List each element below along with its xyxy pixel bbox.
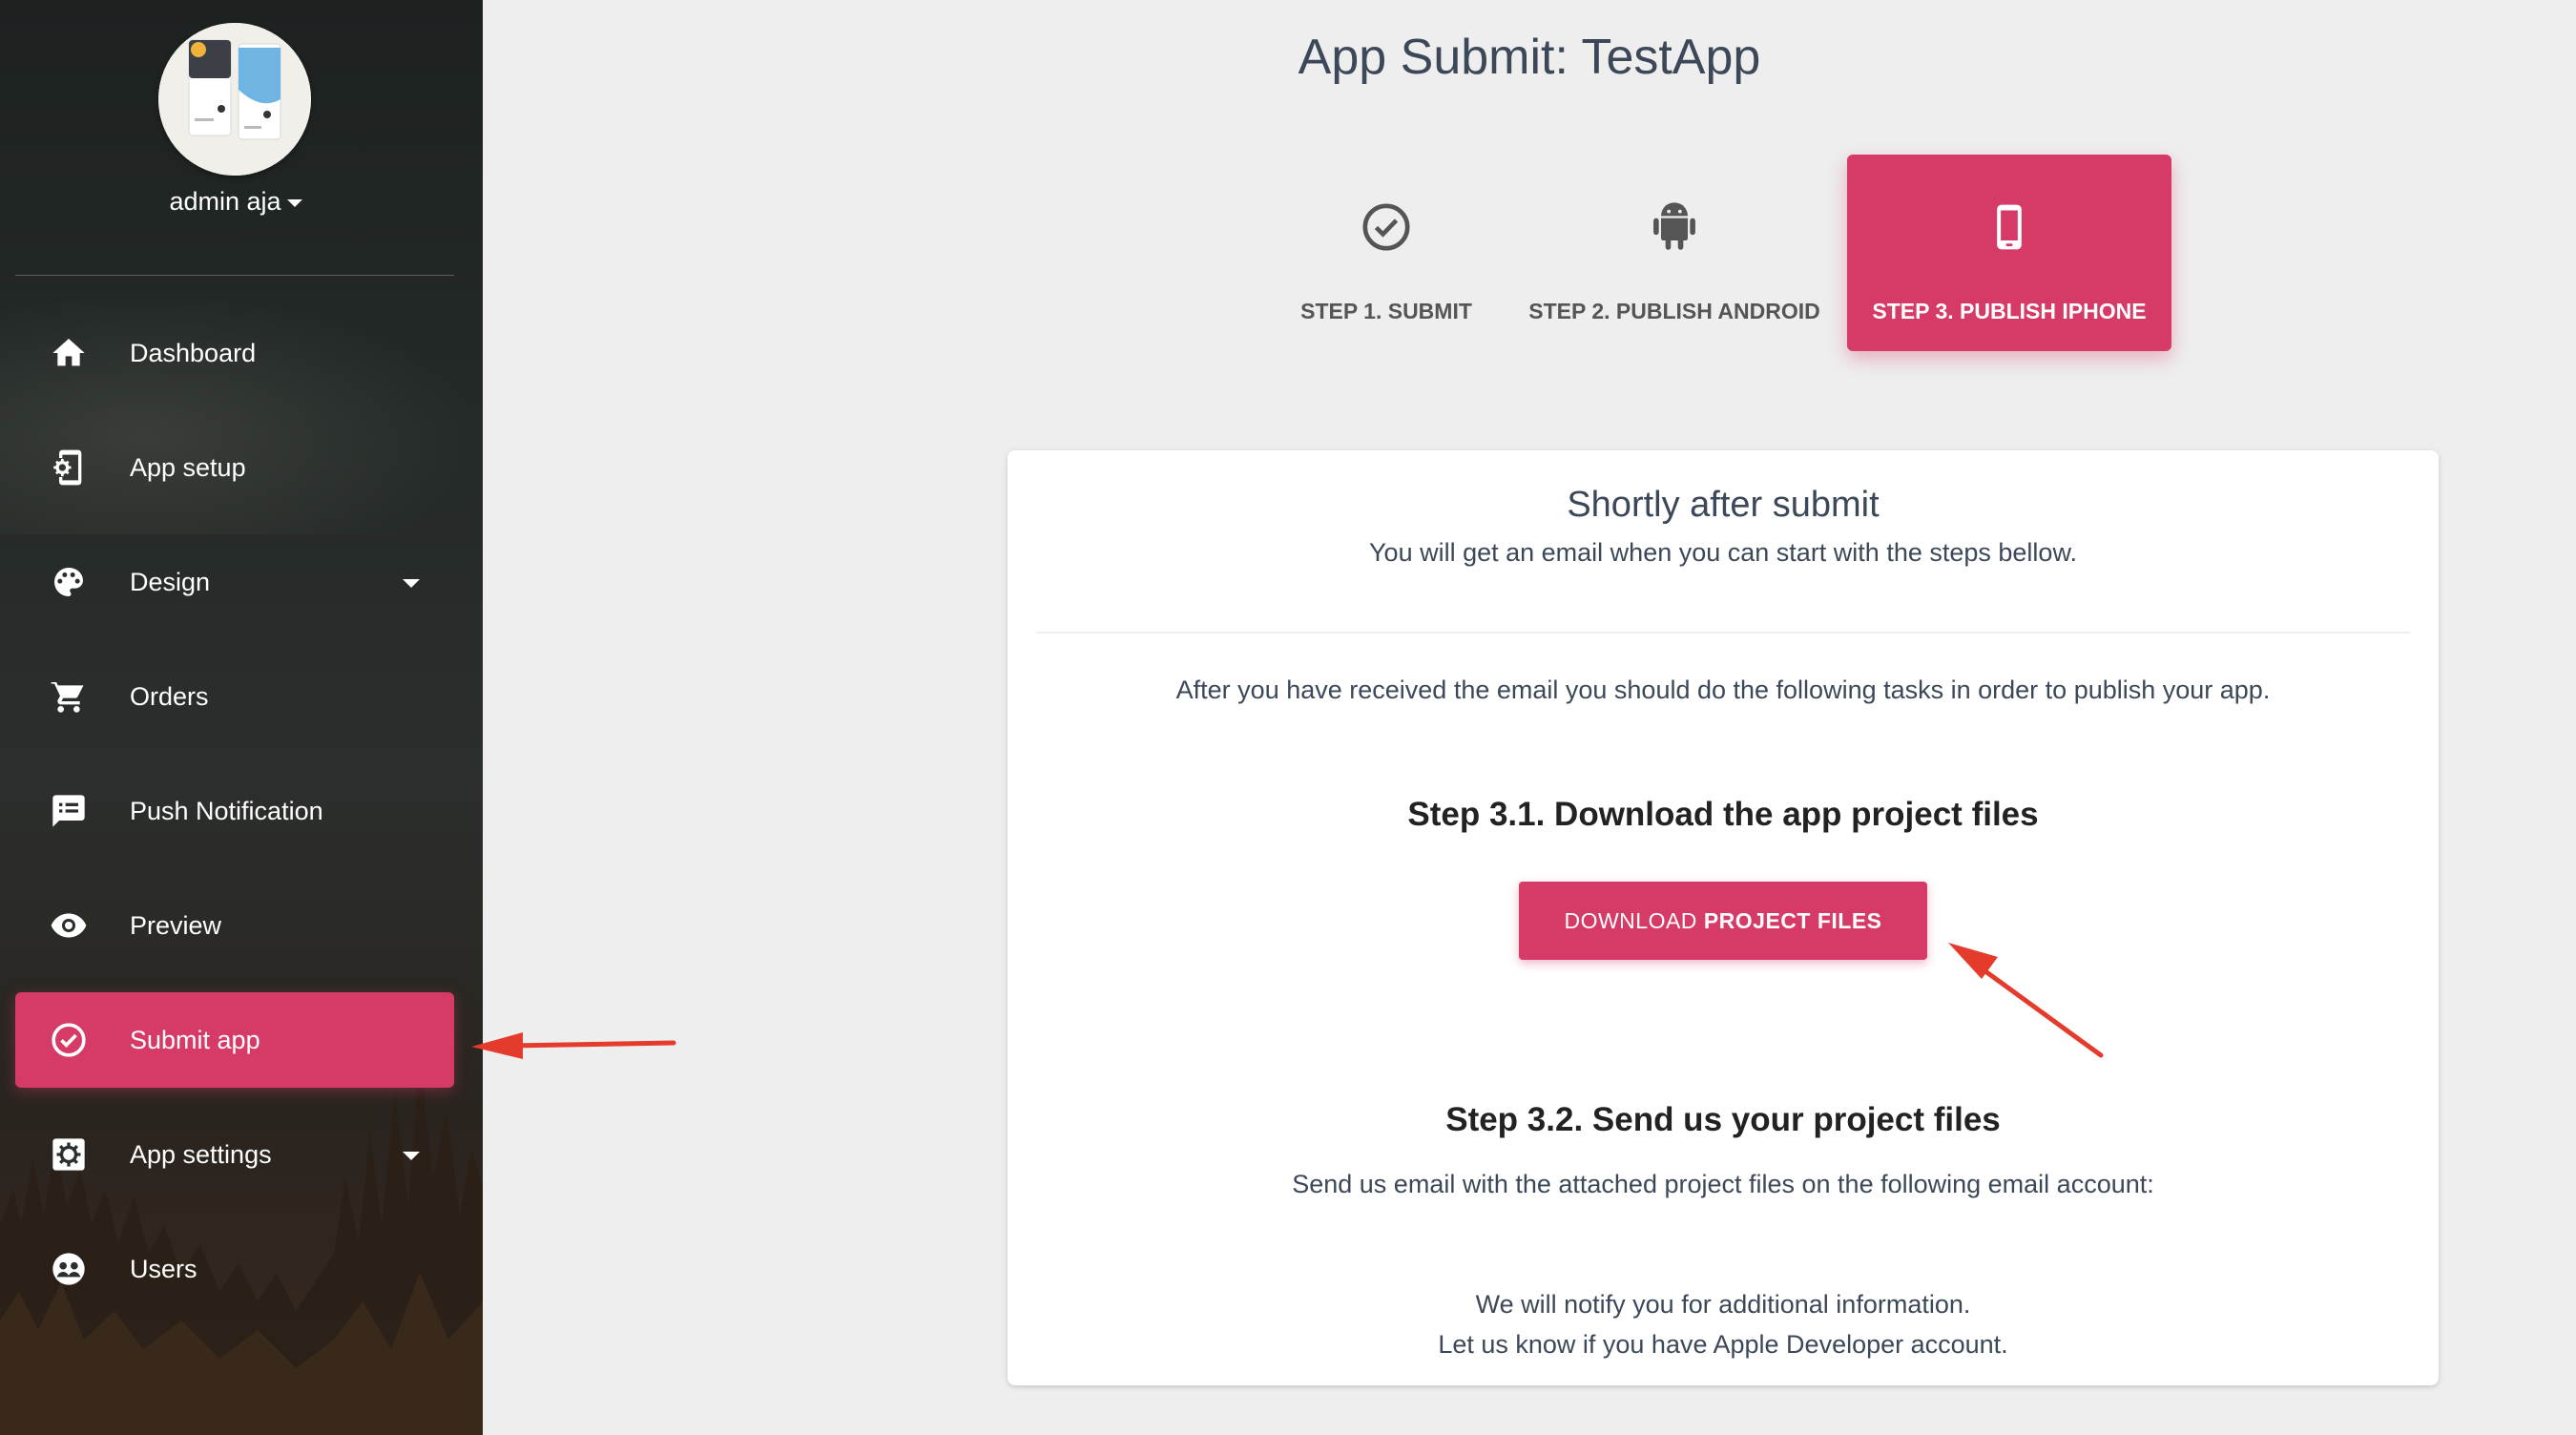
sidebar-item-orders[interactable]: Orders [15,649,454,744]
sidebar-item-label: App settings [130,1140,272,1169]
step-label: STEP 1. SUBMIT [1300,299,1472,323]
download-project-files-button[interactable]: DOWNLOAD PROJECT FILES [1519,882,1927,960]
sidebar-item-label: Design [130,568,211,596]
page-title: App Submit: TestApp [1298,30,1761,85]
annotation-arrow-sidebar [471,1032,676,1059]
sidebar-item-label: Preview [130,911,222,940]
message-icon [50,792,88,830]
sidebar-nav: Dashboard App setup Design Orders Push N… [15,305,454,1336]
card-subtitle: You will get an email when you can start… [1369,538,2077,567]
notify-text-line-2: Let us know if you have Apple Developer … [1438,1330,2008,1359]
download-button-bold: PROJECT FILES [1703,907,1882,933]
tab-step-publish-android[interactable]: STEP 2. PUBLISH ANDROID [1523,155,1826,351]
chevron-down-icon [403,1152,420,1160]
submit-info-card: Shortly after submit You will get an ema… [1008,450,2439,1385]
sidebar-item-label: Push Notification [130,797,323,825]
phone-settings-icon [50,448,88,487]
notify-text-line-1: We will notify you for additional inform… [1475,1290,1971,1319]
step-tabs: STEP 1. SUBMIT STEP 2. PUBLISH ANDROID S… [0,155,2576,355]
android-icon [1648,200,1701,254]
card-intro-text: After you have received the email you sh… [1175,676,2271,704]
sidebar-item-users[interactable]: Users [15,1221,454,1317]
step-label: STEP 2. PUBLISH ANDROID [1528,299,1820,323]
users-icon [50,1250,88,1288]
sidebar-item-app-setup[interactable]: App setup [15,420,454,515]
gear-icon [50,1135,88,1174]
eye-icon [50,906,88,945]
step-label: STEP 3. PUBLISH IPHONE [1872,299,2147,323]
tab-step-publish-iphone[interactable]: STEP 3. PUBLISH IPHONE [1847,155,2171,351]
sidebar-item-label: Orders [130,682,209,711]
app-preview-image [158,23,311,176]
step-3-2-heading: Step 3.2. Send us your project files [1445,1101,2001,1138]
card-divider [1036,632,2410,634]
chevron-down-icon [403,579,420,588]
palette-icon [50,563,88,601]
sidebar-item-label: Submit app [130,1026,260,1054]
sidebar-item-design[interactable]: Design [15,534,454,630]
phone-icon [1983,200,2036,254]
cart-icon [50,677,88,716]
sidebar-item-submit-app[interactable]: Submit app [15,992,454,1088]
sidebar-item-app-settings[interactable]: App settings [15,1107,454,1202]
sidebar-item-label: Users [130,1255,197,1283]
sidebar-item-label: App setup [130,453,246,482]
check-circle-icon [50,1021,88,1059]
tab-step-submit[interactable]: STEP 1. SUBMIT [1278,155,1494,351]
sidebar-item-push-notification[interactable]: Push Notification [15,763,454,859]
app-root: admin aja Dashboard App setup Design Ord… [0,0,2576,1435]
step-3-2-text: Send us email with the attached project … [1292,1170,2154,1198]
sidebar-item-preview[interactable]: Preview [15,878,454,973]
avatar[interactable] [158,23,311,176]
step-3-1-heading: Step 3.1. Download the app project files [1407,796,2039,833]
check-circle-icon [1360,200,1413,254]
download-button-prefix: DOWNLOAD [1564,907,1704,933]
card-title: Shortly after submit [1567,485,1880,525]
